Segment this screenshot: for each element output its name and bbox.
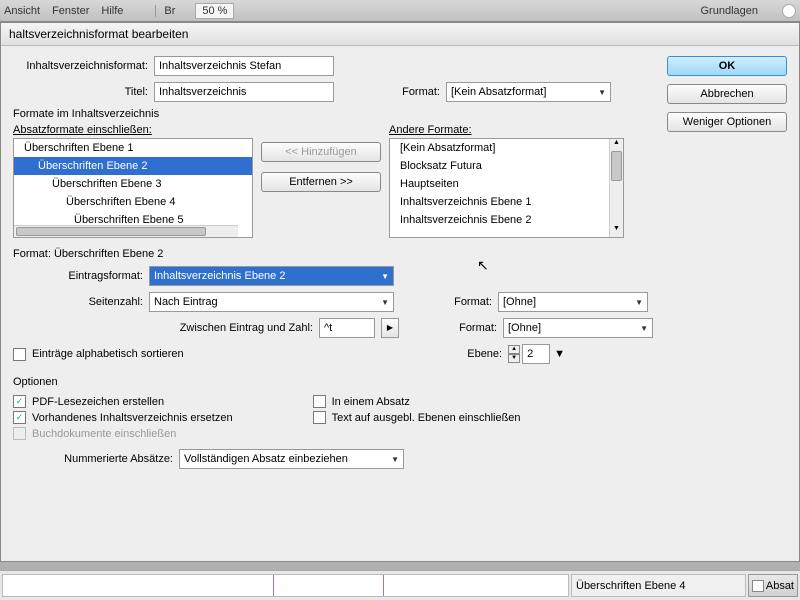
label-alpha-sort: Einträge alphabetisch sortieren bbox=[32, 348, 184, 360]
label-page-num: Seitenzahl: bbox=[13, 296, 143, 308]
stepper-up-icon[interactable]: ▲ bbox=[508, 345, 520, 354]
paragraph-icon bbox=[752, 580, 764, 592]
ok-button[interactable]: OK bbox=[667, 56, 787, 76]
toc-format-input[interactable] bbox=[154, 56, 334, 76]
cancel-button[interactable]: Abbrechen bbox=[667, 84, 787, 104]
checkbox-hidden-layers[interactable] bbox=[313, 411, 326, 424]
list-item[interactable]: Überschriften Ebene 4 bbox=[14, 193, 252, 211]
add-button[interactable]: << Hinzufügen bbox=[261, 142, 381, 162]
label-format-2: Format: bbox=[435, 322, 497, 334]
menu-ansicht[interactable]: Ansicht bbox=[4, 5, 40, 17]
footer-strip: Überschriften Ebene 4 Absat bbox=[0, 570, 800, 600]
list-item[interactable]: Inhaltsverzeichnis Ebene 1 bbox=[390, 193, 623, 211]
other-listbox[interactable]: [Kein Absatzformat] Blocksatz Futura Hau… bbox=[389, 138, 624, 238]
flyout-button[interactable]: ▶ bbox=[381, 318, 399, 338]
label-include: Absatzformate einschließen: bbox=[13, 124, 253, 136]
between-input[interactable] bbox=[319, 318, 375, 338]
level-spinner[interactable]: ▲▼ ▼ bbox=[508, 344, 565, 364]
list-item[interactable]: [Kein Absatzformat] bbox=[390, 139, 623, 157]
label-hidden-layers: Text auf ausgebl. Ebenen einschließen bbox=[332, 412, 521, 424]
label-other: Andere Formate: bbox=[389, 124, 624, 136]
chevron-down-icon: ▼ bbox=[635, 298, 643, 307]
label-format-1: Format: bbox=[430, 296, 492, 308]
label-between: Zwischen Eintrag und Zahl: bbox=[13, 322, 313, 334]
dialog-title: haltsverzeichnisformat bearbeiten bbox=[1, 23, 799, 46]
list-item[interactable]: Überschriften Ebene 3 bbox=[14, 175, 252, 193]
label-num-para: Nummerierte Absätze: bbox=[13, 453, 173, 465]
checkbox-single-para[interactable] bbox=[313, 395, 326, 408]
chevron-down-icon: ▼ bbox=[554, 348, 565, 360]
label-pdf: PDF-Lesezeichen erstellen bbox=[32, 396, 164, 408]
list-item[interactable]: Blocksatz Futura bbox=[390, 157, 623, 175]
chevron-down-icon: ▼ bbox=[381, 272, 389, 281]
list-item[interactable]: Hauptseiten bbox=[390, 175, 623, 193]
workspace-label[interactable]: Grundlagen bbox=[701, 5, 759, 17]
menubar: Ansicht Fenster Hilfe Br 50 % Grundlagen bbox=[0, 0, 800, 22]
format-select-1[interactable]: [Ohne]▼ bbox=[498, 292, 648, 312]
level-input[interactable] bbox=[522, 344, 550, 364]
chevron-down-icon: ▼ bbox=[598, 88, 606, 97]
chevron-down-icon: ▼ bbox=[381, 298, 389, 307]
menu-fenster[interactable]: Fenster bbox=[52, 5, 89, 17]
panel-tab[interactable]: Absat bbox=[748, 574, 798, 597]
format-heading: Format: Überschriften Ebene 2 bbox=[13, 248, 163, 260]
label-single-para: In einem Absatz bbox=[332, 396, 410, 408]
label-title: Titel: bbox=[13, 86, 148, 98]
toc-format-dialog: haltsverzeichnisformat bearbeiten Inhalt… bbox=[0, 22, 800, 562]
search-icon[interactable] bbox=[782, 4, 796, 18]
style-indicator: Überschriften Ebene 4 bbox=[571, 574, 746, 597]
label-replace: Vorhandenes Inhaltsverzeichnis ersetzen bbox=[32, 412, 233, 424]
list-item[interactable]: Überschriften Ebene 1 bbox=[14, 139, 252, 157]
entry-format-select[interactable]: Inhaltsverzeichnis Ebene 2▼ bbox=[149, 266, 394, 286]
title-input[interactable] bbox=[154, 82, 334, 102]
label-entry-format: Eintragsformat: bbox=[13, 270, 143, 282]
ruler-area bbox=[2, 574, 569, 597]
checkbox-replace[interactable]: ✓ bbox=[13, 411, 26, 424]
menu-hilfe[interactable]: Hilfe bbox=[101, 5, 123, 17]
checkbox-bookdocs bbox=[13, 427, 26, 440]
label-format-top: Format: bbox=[380, 86, 440, 98]
options-heading: Optionen bbox=[13, 376, 655, 388]
num-para-select[interactable]: Vollständigen Absatz einbeziehen▼ bbox=[179, 449, 404, 469]
label-toc-format: Inhaltsverzeichnisformat: bbox=[13, 60, 148, 72]
stepper-down-icon[interactable]: ▼ bbox=[508, 354, 520, 363]
chevron-down-icon: ▼ bbox=[640, 324, 648, 333]
fewer-options-button[interactable]: Weniger Optionen bbox=[667, 112, 787, 132]
section-formats: Formate im Inhaltsverzeichnis bbox=[13, 108, 655, 120]
zoom-field[interactable]: 50 % bbox=[195, 3, 234, 19]
v-scrollbar[interactable]: ▲ ▼ bbox=[609, 139, 623, 237]
h-scrollbar[interactable] bbox=[14, 225, 238, 237]
list-item[interactable]: Inhaltsverzeichnis Ebene 2 bbox=[390, 211, 623, 229]
list-item[interactable]: Überschriften Ebene 2 bbox=[14, 157, 252, 175]
include-listbox[interactable]: Überschriften Ebene 1 Überschriften Eben… bbox=[13, 138, 253, 238]
toolbar-br-icon[interactable]: Br bbox=[155, 5, 175, 17]
checkbox-pdf[interactable]: ✓ bbox=[13, 395, 26, 408]
chevron-down-icon: ▼ bbox=[391, 455, 399, 464]
format-select-2[interactable]: [Ohne]▼ bbox=[503, 318, 653, 338]
label-level: Ebene: bbox=[467, 348, 502, 360]
page-num-select[interactable]: Nach Eintrag▼ bbox=[149, 292, 394, 312]
remove-button[interactable]: Entfernen >> bbox=[261, 172, 381, 192]
checkbox-alpha-sort[interactable] bbox=[13, 348, 26, 361]
label-bookdocs: Buchdokumente einschließen bbox=[32, 428, 176, 440]
format-select[interactable]: [Kein Absatzformat]▼ bbox=[446, 82, 611, 102]
